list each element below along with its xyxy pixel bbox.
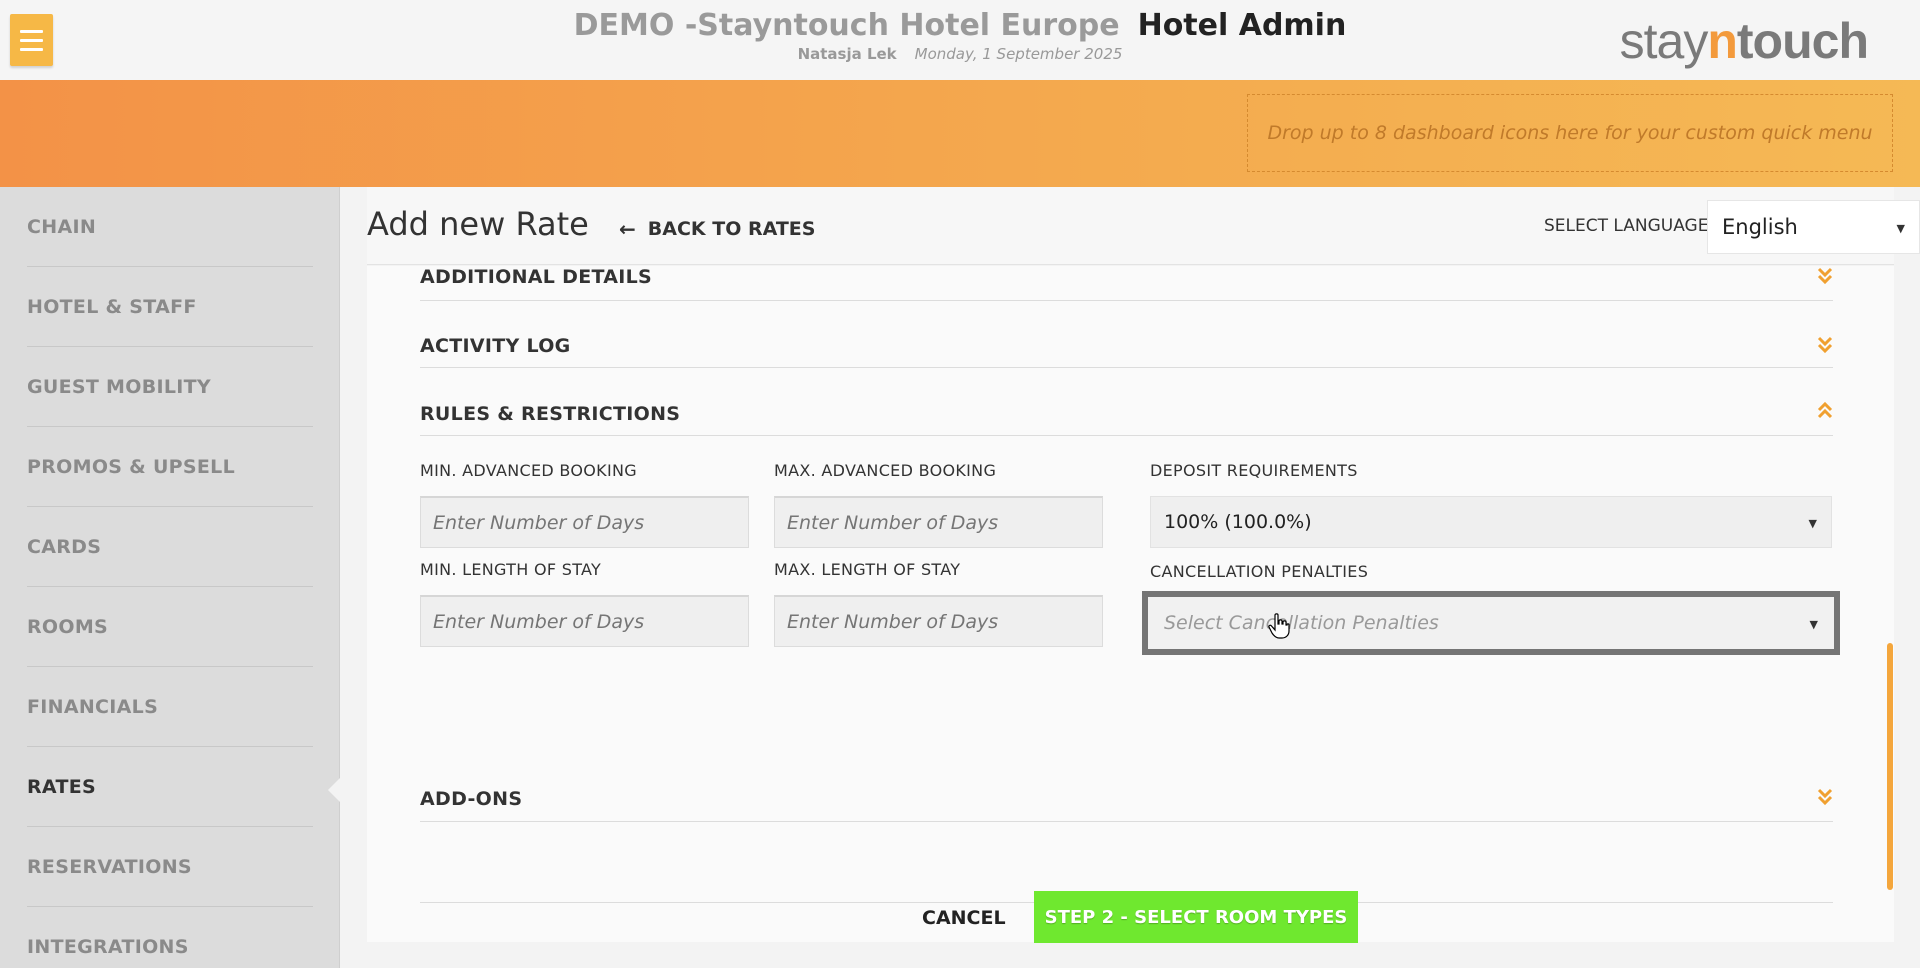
business-date: Monday, 1 September 2025 xyxy=(914,45,1123,63)
arrow-left-icon: ← xyxy=(619,217,636,241)
deposit-requirements-select[interactable]: 100% (100.0%) ▼ xyxy=(1150,496,1832,548)
min-advanced-booking-input[interactable] xyxy=(420,496,749,548)
stayntouch-logo: stayntouch xyxy=(1619,13,1869,69)
cancellation-penalties-label: CANCELLATION PENALTIES xyxy=(1150,562,1369,581)
caret-down-icon: ▼ xyxy=(1809,618,1818,631)
language-label: SELECT LANGUAGE xyxy=(1544,216,1709,236)
sidebar-item-integrations[interactable]: INTEGRATIONS xyxy=(27,907,313,968)
scrollbar[interactable] xyxy=(1887,643,1893,890)
min-advanced-booking-label: MIN. ADVANCED BOOKING xyxy=(420,461,637,480)
section-title: ADDITIONAL DETAILS xyxy=(420,266,653,288)
language-select[interactable]: English ▼ xyxy=(1707,200,1920,254)
sidebar-item-chain[interactable]: CHAIN xyxy=(27,187,313,267)
sidebar-item-promos-upsell[interactable]: PROMOS & UPSELL xyxy=(27,427,313,507)
sidebar-item-hotel-staff[interactable]: HOTEL & STAFF xyxy=(27,267,313,347)
max-advanced-booking-label: MAX. ADVANCED BOOKING xyxy=(774,461,997,480)
rate-form: ADDITIONAL DETAILS ACTIVITY LOG RULES & … xyxy=(367,266,1894,942)
cancel-button[interactable]: CANCEL xyxy=(922,907,1006,929)
sidebar-item-financials[interactable]: FINANCIALS xyxy=(27,667,313,747)
step-2-select-room-types-button[interactable]: STEP 2 - SELECT ROOM TYPES xyxy=(1034,891,1358,943)
user-name: Natasja Lek xyxy=(797,45,897,63)
cancellation-penalties-select[interactable]: Select Cancellation Penalties ▼ xyxy=(1142,591,1840,655)
back-label: BACK TO RATES xyxy=(647,218,816,240)
chevron-double-down-icon[interactable] xyxy=(1817,787,1833,807)
section-add-ons[interactable]: ADD-ONS xyxy=(420,758,1833,822)
chevron-double-up-icon[interactable] xyxy=(1817,401,1833,421)
hand-cursor-icon xyxy=(1268,613,1290,639)
sidebar-item-guest-mobility[interactable]: GUEST MOBILITY xyxy=(27,347,313,427)
chevron-double-down-icon[interactable] xyxy=(1817,335,1833,355)
min-length-of-stay-label: MIN. LENGTH OF STAY xyxy=(420,560,602,579)
page-title: Add new Rate xyxy=(367,205,589,243)
max-length-of-stay-input[interactable] xyxy=(774,595,1103,647)
section-additional-details[interactable]: ADDITIONAL DETAILS xyxy=(420,266,1833,301)
section-title: ACTIVITY LOG xyxy=(420,335,571,357)
app-name: Hotel Admin xyxy=(1137,8,1347,43)
cancellation-placeholder: Select Cancellation Penalties xyxy=(1164,612,1439,634)
page-header: Add new Rate ← BACK TO RATES SELECT LANG… xyxy=(367,187,1920,265)
max-advanced-booking-input[interactable] xyxy=(774,496,1103,548)
deposit-requirements-label: DEPOSIT REQUIREMENTS xyxy=(1150,461,1358,480)
chevron-double-down-icon[interactable] xyxy=(1817,266,1833,286)
max-length-of-stay-label: MAX. LENGTH OF STAY xyxy=(774,560,961,579)
quick-menu-dropzone[interactable]: Drop up to 8 dashboard icons here for yo… xyxy=(1247,94,1893,172)
caret-down-icon: ▼ xyxy=(1896,222,1905,235)
sidebar: CHAIN HOTEL & STAFF GUEST MOBILITY PROMO… xyxy=(0,187,340,968)
main-panel: Add new Rate ← BACK TO RATES SELECT LANG… xyxy=(340,187,1920,968)
sidebar-item-reservations[interactable]: RESERVATIONS xyxy=(27,827,313,907)
deposit-value: 100% (100.0%) xyxy=(1164,511,1312,533)
sidebar-item-cards[interactable]: CARDS xyxy=(27,507,313,587)
back-to-rates-link[interactable]: ← BACK TO RATES xyxy=(619,217,815,241)
section-activity-log[interactable]: ACTIVITY LOG xyxy=(420,318,1833,368)
sidebar-item-rooms[interactable]: ROOMS xyxy=(27,587,313,667)
sidebar-item-rates[interactable]: RATES xyxy=(27,747,313,827)
section-title: ADD-ONS xyxy=(420,788,523,810)
top-bar: DEMO -Stayntouch Hotel Europe Hotel Admin… xyxy=(0,0,1920,80)
hotel-name: DEMO -Stayntouch Hotel Europe xyxy=(573,8,1120,43)
section-rules-restrictions[interactable]: RULES & RESTRICTIONS xyxy=(420,386,1833,436)
caret-down-icon: ▼ xyxy=(1808,517,1817,530)
language-value: English xyxy=(1722,215,1798,239)
min-length-of-stay-input[interactable] xyxy=(420,595,749,647)
section-title: RULES & RESTRICTIONS xyxy=(420,403,681,425)
